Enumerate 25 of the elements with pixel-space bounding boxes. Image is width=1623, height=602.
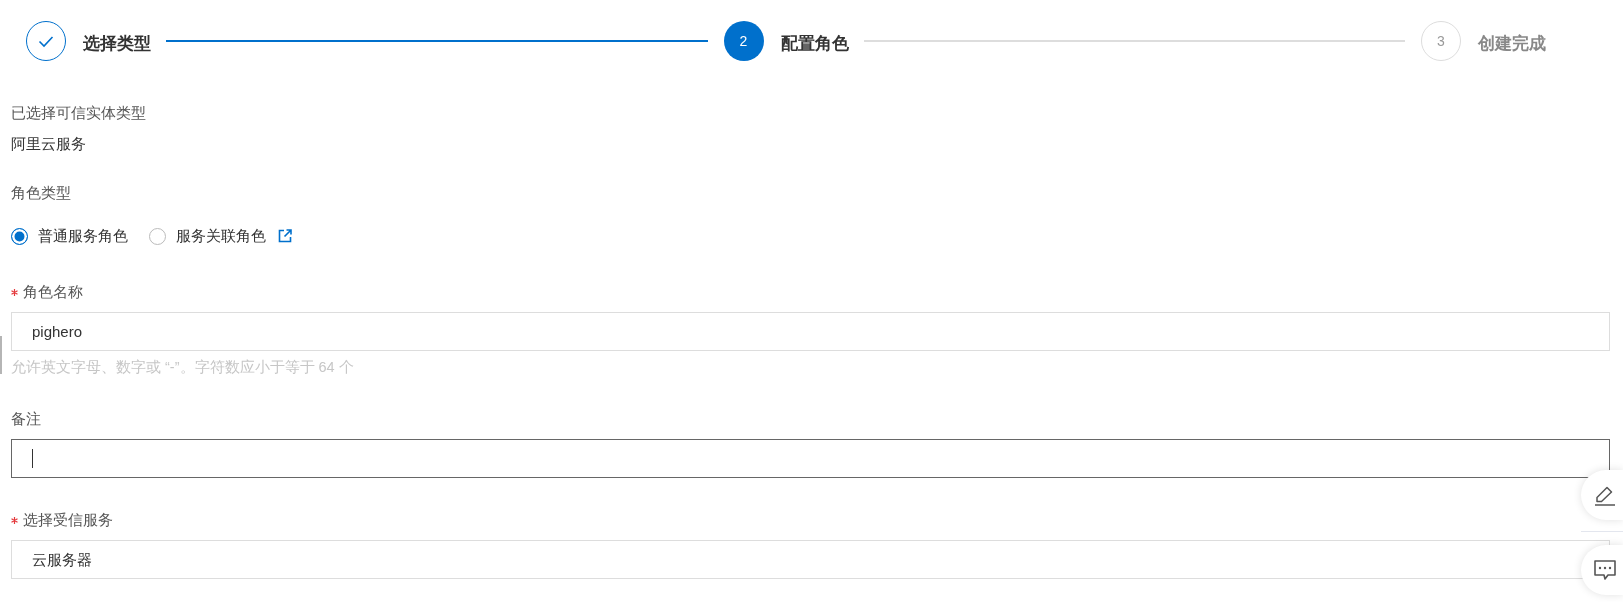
chat-bubble-icon bbox=[1594, 560, 1616, 580]
chat-float-menu[interactable] bbox=[1581, 545, 1623, 595]
text-field[interactable] bbox=[11, 439, 1610, 478]
radio-label[interactable]: 普通服务角色 bbox=[38, 226, 128, 246]
side-handle[interactable] bbox=[0, 336, 2, 374]
radio-label[interactable]: 服务关联角色 bbox=[176, 226, 266, 246]
radio-button[interactable] bbox=[149, 227, 166, 245]
field-label: 选择受信服务 bbox=[23, 510, 113, 530]
text-field[interactable]: 云服务器 bbox=[11, 540, 1610, 579]
step-number: 3 bbox=[1421, 21, 1461, 61]
text-field[interactable]: pighero bbox=[11, 312, 1610, 351]
info-label: 已选择可信实体类型 bbox=[11, 103, 146, 123]
field-label: 备注 bbox=[11, 409, 41, 429]
text-cursor-icon bbox=[32, 449, 33, 468]
edit-float-menu[interactable] bbox=[1581, 470, 1623, 520]
pencil-icon bbox=[1594, 484, 1616, 506]
step-number: 2 bbox=[723, 21, 764, 61]
field-label: 角色名称 bbox=[23, 282, 83, 302]
radio-button[interactable] bbox=[11, 227, 28, 245]
external-link-icon[interactable] bbox=[278, 229, 292, 243]
step-label: 创建完成 bbox=[1478, 32, 1546, 55]
info-value: 阿里云服务 bbox=[11, 134, 86, 154]
step-label: 选择类型 bbox=[83, 32, 151, 55]
section-label: 角色类型 bbox=[11, 183, 71, 203]
step-label: 配置角色 bbox=[780, 32, 849, 55]
